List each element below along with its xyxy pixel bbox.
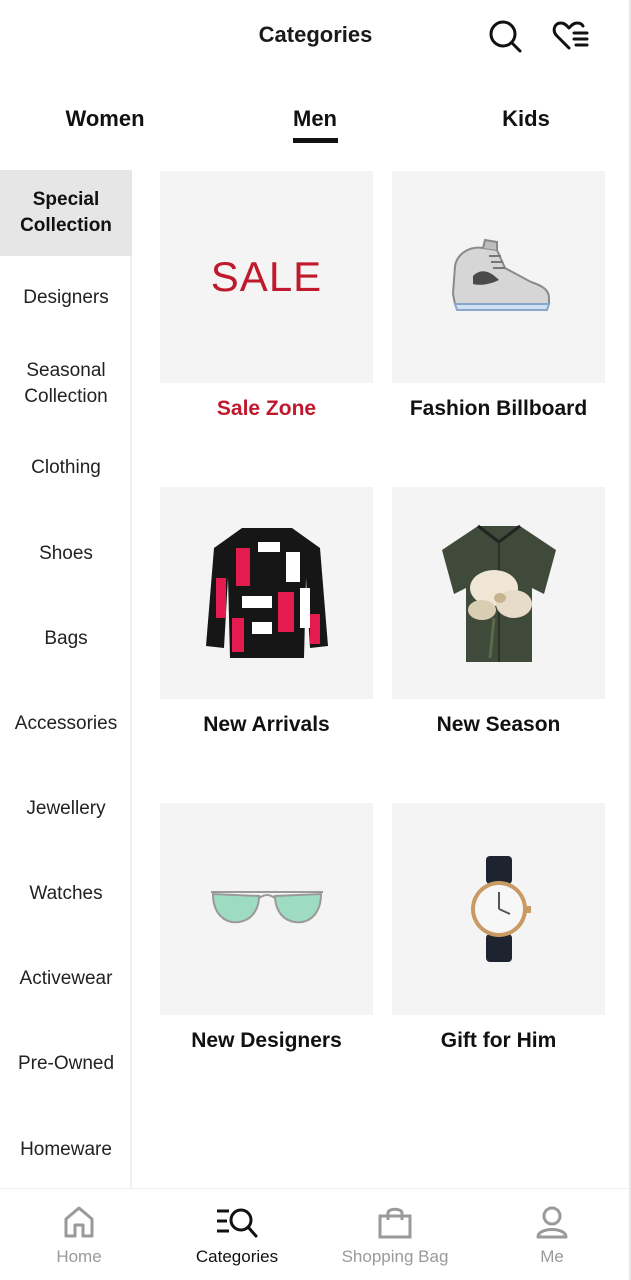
nav-home-label: Home (56, 1247, 102, 1266)
selected-tab-indicator (293, 138, 338, 143)
product-image (160, 487, 373, 699)
nav-shopping-bag[interactable]: Shopping Bag (316, 1189, 474, 1280)
tile-new-designers[interactable]: New Designers (160, 803, 373, 1053)
sidebar-item-homeware[interactable]: Homeware (0, 1122, 132, 1178)
tile-new-arrivals[interactable]: New Arrivals (160, 487, 373, 737)
floral-shirt-image (441, 524, 556, 662)
nav-shopping-bag-label: Shopping Bag (341, 1247, 449, 1266)
category-sidebar: Special Collection Designers Seasonal Co… (0, 170, 132, 1188)
nav-me-label: Me (540, 1247, 564, 1266)
sidebar-item-jewellery[interactable]: Jewellery (0, 781, 132, 837)
product-image (392, 803, 605, 1015)
product-image (392, 171, 605, 383)
tile-sale-zone[interactable]: SALE Sale Zone (160, 171, 373, 421)
nav-home[interactable]: Home (0, 1189, 158, 1280)
sneaker-image (451, 238, 550, 311)
categories-search-icon (217, 1208, 258, 1238)
top-bar: Categories (0, 0, 631, 72)
sale-banner: SALE (160, 171, 373, 383)
nav-categories-label: Categories (195, 1247, 279, 1266)
sale-banner-text: SALE (210, 253, 323, 300)
gender-tabs: Women Men Kids (0, 96, 631, 152)
wishlist-button[interactable] (551, 14, 591, 58)
sidebar-item-shoes[interactable]: Shoes (0, 526, 132, 582)
nav-categories[interactable]: Categories (158, 1189, 316, 1280)
sidebar-item-special-collection[interactable]: Special Collection (0, 170, 132, 256)
sidebar-item-watches[interactable]: Watches (0, 866, 132, 922)
tile-new-season[interactable]: New Season (392, 487, 605, 737)
product-image (392, 487, 605, 699)
tile-label: Fashion Billboard (409, 397, 588, 420)
tile-label: Gift for Him (440, 1029, 557, 1052)
sunglasses-image (210, 891, 323, 924)
tab-women[interactable]: Women (55, 106, 155, 132)
heart-list-icon (552, 21, 589, 50)
page-title: Categories (258, 22, 373, 47)
watch-image (470, 856, 531, 962)
tab-men[interactable]: Men (285, 106, 345, 132)
sidebar-item-clothing[interactable]: Clothing (0, 440, 132, 496)
search-button[interactable] (485, 14, 525, 58)
sidebar-item-designers[interactable]: Designers (0, 270, 132, 326)
tile-label: Sale Zone (216, 397, 317, 420)
tab-kids[interactable]: Kids (490, 106, 562, 132)
home-icon (64, 1206, 94, 1238)
sidebar-item-accessories[interactable]: Accessories (0, 696, 132, 752)
sweater-image (205, 528, 328, 658)
tile-label: New Designers (191, 1029, 342, 1052)
sidebar-item-seasonal-collection[interactable]: Seasonal Collection (0, 352, 132, 416)
sidebar-item-bags[interactable]: Bags (0, 611, 132, 667)
sidebar-item-pre-owned[interactable]: Pre-Owned (0, 1036, 132, 1092)
shopping-bag-icon (378, 1207, 412, 1239)
tile-fashion-billboard[interactable]: Fashion Billboard (392, 171, 605, 421)
nav-me[interactable]: Me (473, 1189, 631, 1280)
tile-label: New Arrivals (203, 713, 330, 736)
product-image (160, 803, 373, 1015)
user-icon (536, 1206, 568, 1239)
tile-gift-for-him[interactable]: Gift for Him (392, 803, 605, 1053)
tile-label: New Season (436, 713, 561, 736)
bottom-navigation: Home Categories Shopping Bag Me (0, 1188, 631, 1280)
search-icon (489, 20, 522, 53)
sidebar-item-activewear[interactable]: Activewear (0, 951, 132, 1007)
